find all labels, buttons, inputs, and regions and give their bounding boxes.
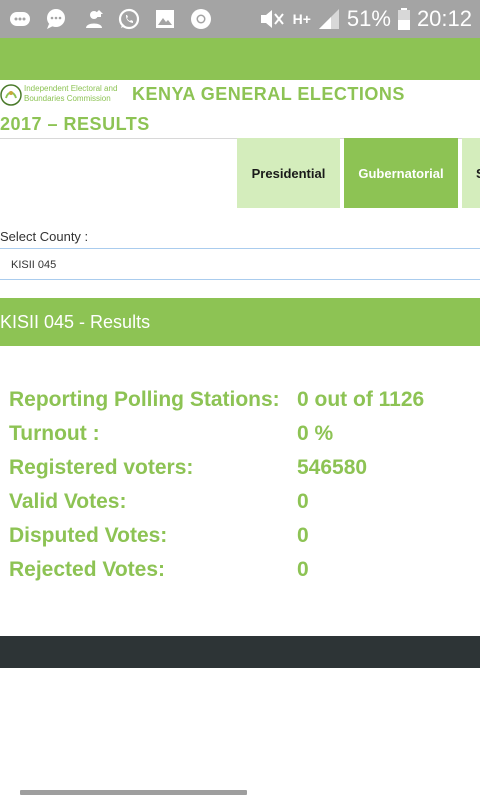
org-name-line2: Boundaries Commission <box>24 94 111 103</box>
signal-icon <box>318 9 339 29</box>
clock: 20:12 <box>416 6 472 31</box>
tab-gubernatorial[interactable]: Gubernatorial <box>344 138 458 208</box>
network-type: H+ <box>292 11 311 27</box>
stat-value: 0 <box>297 490 309 513</box>
chat-bubble-icon <box>47 9 65 29</box>
county-select[interactable]: KISII 045 <box>0 248 480 280</box>
stat-value: 0 <box>297 524 309 547</box>
iebc-logo-icon <box>0 84 22 106</box>
page-title-line1: KENYA GENERAL ELECTIONS <box>132 84 405 104</box>
footer-bar <box>0 636 480 668</box>
tab-senatorial[interactable]: S <box>462 138 480 208</box>
keyboard-icon <box>10 12 30 26</box>
stat-label: Disputed Votes: <box>9 524 168 547</box>
battery-icon <box>397 8 410 30</box>
county-select-label: Select County : <box>0 229 89 244</box>
image-icon <box>156 10 174 28</box>
results-heading: KISII 045 - Results <box>0 298 480 346</box>
app-bar <box>0 38 480 80</box>
stat-value: 0 <box>297 558 309 581</box>
org-name: Independent Electoral and Boundaries Com… <box>24 84 117 104</box>
stat-label: Turnout : <box>9 422 100 445</box>
tab-presidential[interactable]: Presidential <box>237 138 340 208</box>
battery-percentage: 51% <box>346 6 391 31</box>
org-name-line1: Independent Electoral and <box>24 84 118 93</box>
stat-label: Registered voters: <box>9 456 194 479</box>
stat-value: 546580 <box>297 456 368 479</box>
stat-label: Valid Votes: <box>9 490 127 513</box>
status-bar: H+ 51% 20:12 <box>0 0 480 38</box>
scrollbar[interactable] <box>20 790 247 795</box>
status-right: H+ 51% 20:12 <box>257 0 472 38</box>
page-title-line2: 2017 – RESULTS <box>0 114 150 134</box>
whatsapp-icon <box>118 8 140 30</box>
mute-icon <box>260 10 284 28</box>
chrome-icon <box>191 9 211 29</box>
stat-label: Reporting Polling Stations: <box>9 388 280 411</box>
stat-value: 0 % <box>297 422 334 445</box>
person-upload-icon <box>86 10 103 28</box>
stat-value: 0 out of 1126 <box>297 388 425 411</box>
stat-label: Rejected Votes: <box>9 558 165 581</box>
